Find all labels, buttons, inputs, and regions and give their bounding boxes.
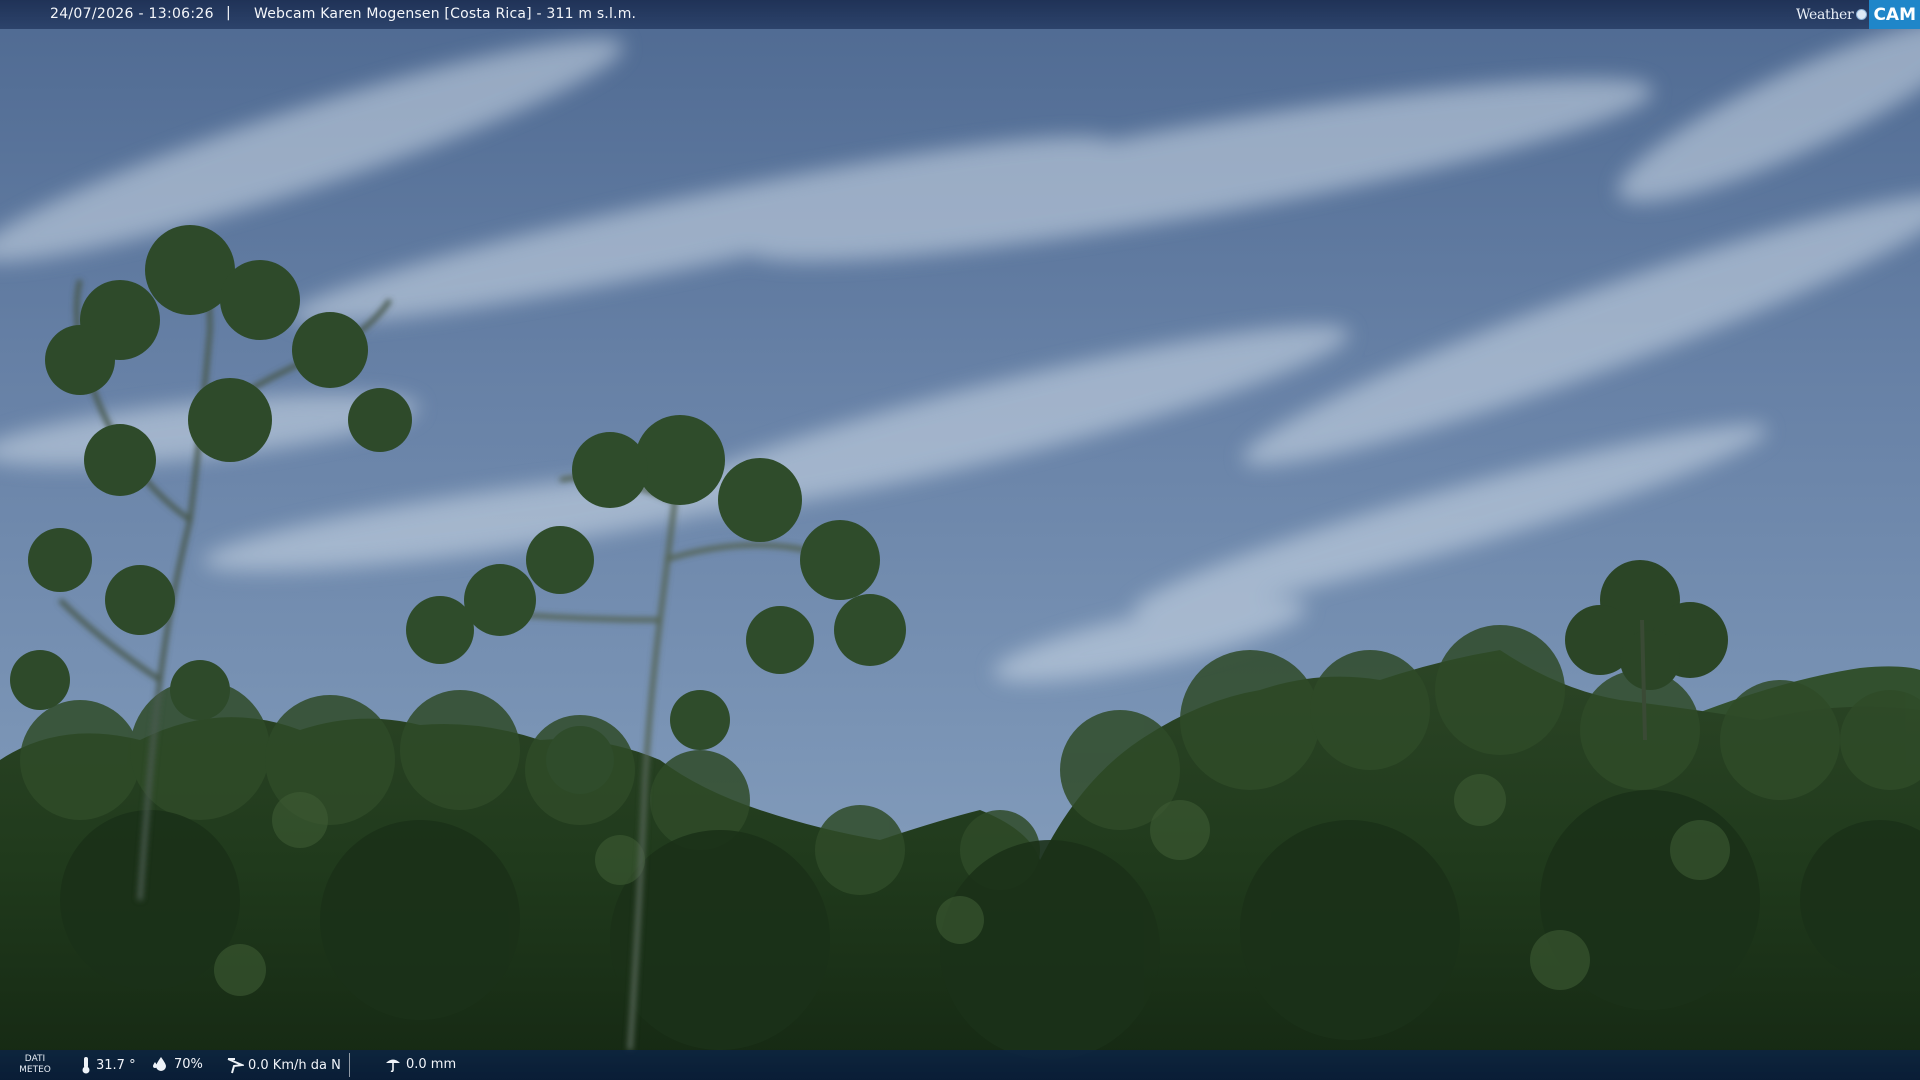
weather-data-bar: DATI METEO 31.7 ° 70% 0.0 Km/h da N 0.0 …	[0, 1050, 1920, 1080]
thermometer-icon	[82, 1057, 90, 1074]
timestamp: 24/07/2026 - 13:06:26	[50, 6, 214, 22]
dati-meteo-label: DATI METEO	[14, 1054, 56, 1076]
weathercam-logo: Weather CAM	[1796, 0, 1920, 29]
webcam-image	[0, 0, 1920, 1080]
footer-divider	[349, 1053, 350, 1077]
logo-weather-text: Weather	[1796, 6, 1854, 23]
rain-reading: 0.0 mm	[384, 1056, 456, 1072]
logo-dot-icon	[1856, 9, 1868, 20]
temperature-reading: 31.7 °	[80, 1056, 136, 1074]
humidity-value: 70%	[174, 1056, 203, 1072]
wind-icon	[227, 1058, 244, 1074]
logo-cam-text: CAM	[1869, 0, 1920, 29]
temperature-value: 31.7 °	[96, 1057, 136, 1073]
wind-reading: 0.0 Km/h da N	[226, 1056, 341, 1074]
top-overlay-bar: 24/07/2026 - 13:06:26 | Webcam Karen Mog…	[0, 0, 1920, 29]
wind-value: 0.0 Km/h da N	[248, 1057, 341, 1073]
webcam-title: Webcam Karen Mogensen [Costa Rica] - 311…	[254, 6, 637, 22]
humidity-drop-icon	[153, 1057, 166, 1071]
dati-label-line2: METEO	[19, 1065, 51, 1075]
dati-label-line1: DATI	[24, 1054, 46, 1064]
rain-value: 0.0 mm	[406, 1056, 457, 1072]
rain-gauge-icon	[386, 1059, 400, 1072]
header-separator: |	[226, 5, 231, 21]
humidity-reading: 70%	[152, 1056, 203, 1072]
